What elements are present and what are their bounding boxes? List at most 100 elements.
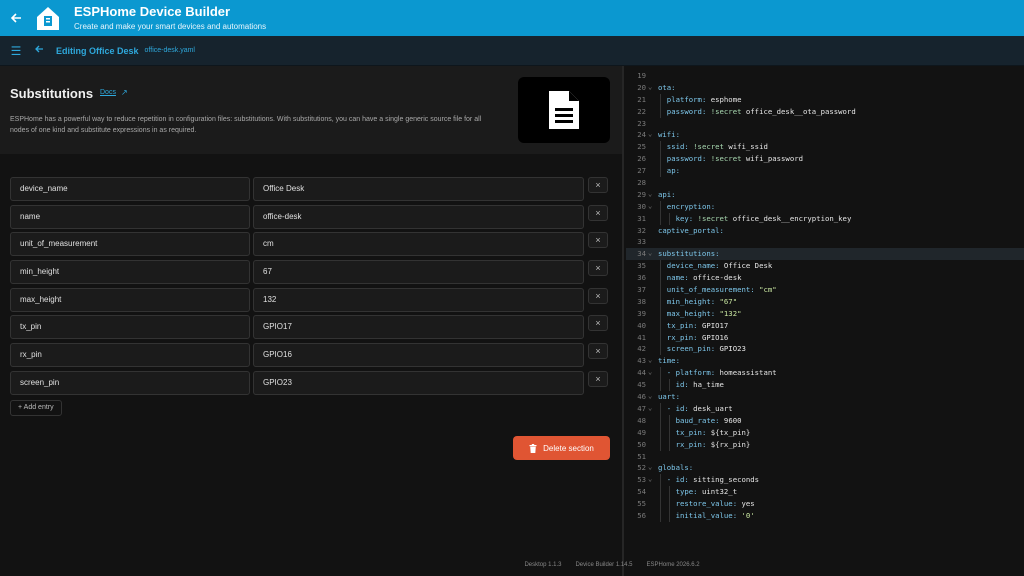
code-line[interactable]: 21 platform: esphome: [626, 93, 1024, 106]
menu-icon[interactable]: ☰: [4, 44, 28, 58]
code-line[interactable]: 27 ap:: [626, 165, 1024, 178]
line-number: 38: [637, 296, 646, 306]
app-title: ESPHome Device Builder: [74, 4, 231, 19]
line-number: 46: [637, 392, 646, 402]
fold-chevron-icon[interactable]: ⌄: [648, 391, 656, 403]
code-line[interactable]: 37 unit_of_measurement: "cm": [626, 284, 1024, 296]
code-line[interactable]: 35 device_name: Office Desk: [626, 260, 1024, 273]
code-line[interactable]: 45 id: ha_time: [626, 379, 1024, 392]
code-line[interactable]: 51: [626, 451, 1024, 463]
line-number: 27: [637, 166, 646, 176]
indent-guide: [660, 498, 661, 510]
code-line[interactable]: 24 ⌄ wifi:: [626, 129, 1024, 141]
line-number: 31: [637, 213, 646, 223]
indent-guide: [660, 438, 661, 451]
code-line[interactable]: 20 ⌄ ota:: [626, 82, 1024, 94]
code-line[interactable]: 31 key: !secret office_desk__encryption_k…: [626, 212, 1024, 225]
fold-chevron-icon[interactable]: ⌄: [648, 201, 656, 213]
code-text: id: ha_time: [676, 379, 724, 391]
code-line[interactable]: 56 initial_value: '0': [626, 509, 1024, 522]
code-token: wifi:: [658, 130, 680, 140]
code-token: ssid:: [666, 142, 694, 152]
remove-entry-button[interactable]: ×: [588, 260, 608, 277]
code-line[interactable]: 48 baud_rate: 9600: [626, 414, 1024, 427]
line-number: 24: [637, 130, 646, 140]
back-arrow-icon[interactable]: [28, 44, 50, 57]
value-input[interactable]: Office Desk: [253, 177, 584, 201]
remove-entry-button[interactable]: ×: [588, 177, 608, 193]
code-text: - id: desk_uart: [667, 403, 733, 415]
code-token: tx_pin:: [666, 320, 702, 330]
code-text: globals:: [658, 462, 693, 474]
key-input[interactable]: rx_pin: [10, 343, 250, 368]
remove-entry-button[interactable]: ×: [588, 287, 608, 304]
fold-chevron-icon[interactable]: ⌄: [648, 355, 656, 367]
code-line[interactable]: 39 max_height: "132": [626, 307, 1024, 320]
key-input[interactable]: max_height: [10, 287, 250, 312]
yaml-code-editor[interactable]: 19 20 ⌄ ota: 21 platform: esphome 22 password: …: [626, 66, 1024, 528]
code-line[interactable]: 25 ssid: !secret wifi_ssid: [626, 141, 1024, 154]
fold-chevron-icon[interactable]: ⌄: [648, 403, 656, 415]
back-arrow-icon[interactable]: [0, 0, 32, 36]
code-line[interactable]: 22 password: !secret office_desk__ota_pas…: [626, 105, 1024, 118]
code-line[interactable]: 32 captive_portal:: [626, 225, 1024, 237]
code-line[interactable]: 28: [626, 177, 1024, 189]
delete-section-button[interactable]: Delete section: [513, 436, 610, 460]
code-line[interactable]: 19: [626, 70, 1024, 82]
code-line[interactable]: 43 ⌄ time:: [626, 355, 1024, 367]
fold-chevron-icon[interactable]: ⌄: [648, 189, 656, 201]
value-input[interactable]: 132: [253, 287, 584, 312]
fold-chevron-icon[interactable]: ⌄: [648, 462, 656, 474]
value-input[interactable]: GPIO17: [253, 315, 584, 340]
key-input[interactable]: min_height: [10, 260, 250, 285]
code-line[interactable]: 36 name: office-desk: [626, 272, 1024, 285]
code-line[interactable]: 52 ⌄ globals:: [626, 462, 1024, 474]
code-line[interactable]: 47 ⌄ - id: desk_uart: [626, 402, 1024, 415]
remove-entry-button[interactable]: ×: [588, 370, 608, 387]
code-line[interactable]: 26 password: !secret wifi_password: [626, 153, 1024, 166]
code-line[interactable]: 23: [626, 118, 1024, 130]
code-text: - platform: homeassistant: [667, 367, 777, 379]
code-line[interactable]: 53 ⌄ - id: sitting_seconds: [626, 474, 1024, 487]
remove-entry-button[interactable]: ×: [588, 315, 608, 332]
code-line[interactable]: 29 ⌄ api:: [626, 189, 1024, 201]
value-input[interactable]: office-desk: [253, 204, 584, 229]
code-line[interactable]: 40 tx_pin: GPIO17: [626, 319, 1024, 332]
fold-chevron-icon[interactable]: ⌄: [648, 474, 656, 486]
code-line[interactable]: 46 ⌄ uart:: [626, 391, 1024, 403]
indent-guide: [660, 367, 661, 380]
external-link-icon[interactable]: ↗: [121, 88, 128, 97]
value-input[interactable]: 67: [253, 260, 584, 285]
key-input[interactable]: screen_pin: [10, 370, 250, 395]
code-line[interactable]: 41 rx_pin: GPIO16: [626, 331, 1024, 344]
key-input[interactable]: name: [10, 204, 250, 229]
substitutions-panel: Substitutions Docs ↗ ESPHome has a power…: [0, 66, 624, 576]
code-line[interactable]: 38 min_height: "67": [626, 295, 1024, 308]
add-entry-button[interactable]: + Add entry: [10, 400, 62, 416]
indent-guide: [660, 426, 661, 439]
fold-chevron-icon[interactable]: ⌄: [648, 248, 656, 260]
value-input[interactable]: cm: [253, 232, 584, 257]
remove-entry-button[interactable]: ×: [588, 232, 608, 249]
code-line[interactable]: 49 tx_pin: ${tx_pin}: [626, 426, 1024, 439]
key-input[interactable]: unit_of_measurement: [10, 232, 250, 257]
value-input[interactable]: GPIO16: [253, 343, 584, 368]
code-line[interactable]: 33: [626, 236, 1024, 248]
code-line[interactable]: 42 screen_pin: GPIO23: [626, 343, 1024, 356]
value-input[interactable]: GPIO23: [253, 370, 584, 395]
fold-chevron-icon[interactable]: ⌄: [648, 129, 656, 141]
remove-entry-button[interactable]: ×: [588, 204, 608, 221]
code-token: "132": [719, 308, 742, 318]
docs-link[interactable]: Docs: [100, 89, 116, 96]
code-line[interactable]: 30 ⌄ encryption:: [626, 200, 1024, 213]
fold-chevron-icon[interactable]: ⌄: [648, 367, 656, 379]
code-line[interactable]: 34 ⌄ substitutions:: [626, 248, 1024, 261]
key-input[interactable]: tx_pin: [10, 315, 250, 340]
code-line[interactable]: 50 rx_pin: ${rx_pin}: [626, 438, 1024, 451]
key-input[interactable]: device_name: [10, 177, 250, 201]
remove-entry-button[interactable]: ×: [588, 343, 608, 360]
code-line[interactable]: 54 type: uint32_t: [626, 486, 1024, 499]
fold-chevron-icon[interactable]: ⌄: [648, 82, 656, 94]
code-line[interactable]: 44 ⌄ - platform: homeassistant: [626, 367, 1024, 380]
code-line[interactable]: 55 restore_value: yes: [626, 498, 1024, 510]
